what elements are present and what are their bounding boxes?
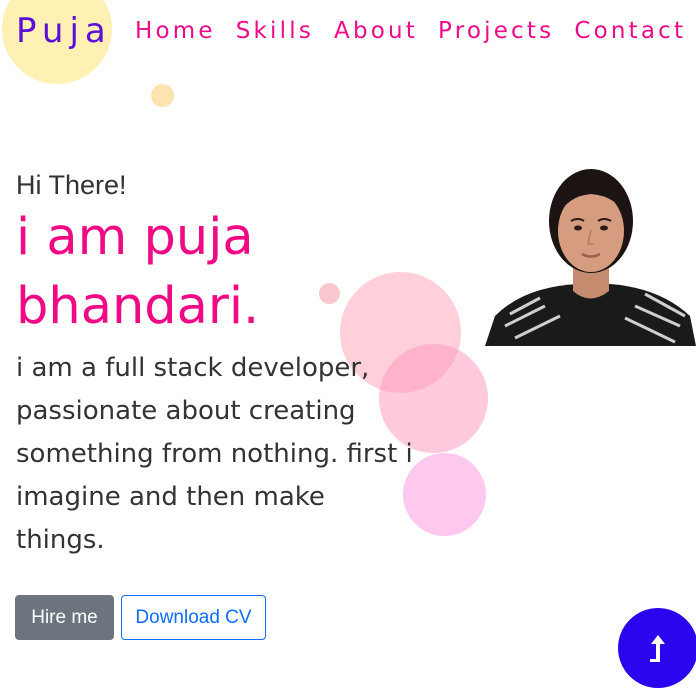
profile-photo — [485, 166, 696, 346]
hero-section: Hi There! i am puja bhandari. i am a ful… — [16, 170, 436, 562]
hero-bio: i am a full stack developer, passionate … — [16, 353, 413, 555]
nav-item-contact[interactable]: Contact — [574, 18, 686, 44]
brand-logo[interactable]: Puja — [16, 11, 112, 51]
nav-item-home[interactable]: Home — [135, 18, 216, 44]
download-cv-button[interactable]: Download CV — [121, 595, 266, 640]
nav-item-skills[interactable]: Skills — [236, 18, 314, 44]
nav-item-about[interactable]: About — [334, 18, 418, 44]
main-nav: Home Skills About Projects Contact — [135, 18, 696, 44]
profile-photo-illustration — [485, 169, 696, 346]
nav-item-projects[interactable]: Projects — [438, 18, 554, 44]
arrow-up-icon — [650, 635, 665, 662]
hire-me-button[interactable]: Hire me — [15, 595, 114, 640]
logo-decoration-dot — [151, 84, 174, 107]
hero-name: i am puja bhandari. — [16, 208, 260, 336]
hero-greeting: Hi There! — [16, 170, 127, 200]
hero-actions: Hire me Download CV — [15, 595, 266, 640]
scroll-to-top-button[interactable] — [618, 608, 696, 688]
